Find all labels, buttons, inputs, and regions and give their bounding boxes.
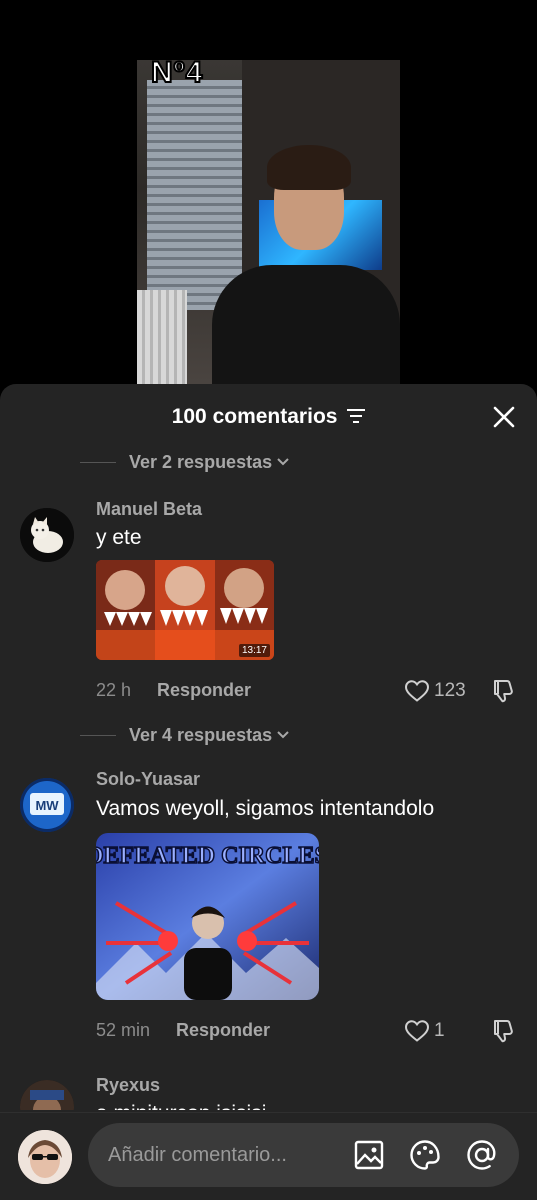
svg-text:MW: MW (35, 798, 59, 813)
chevron-down-icon (277, 458, 289, 466)
image-icon[interactable] (352, 1138, 386, 1172)
dislike-icon[interactable] (491, 1018, 517, 1049)
comment-composer: Añadir comentario... (0, 1112, 537, 1200)
reply-button[interactable]: Responder (176, 1020, 270, 1041)
heart-icon (404, 1020, 430, 1042)
comment-media-thumbnail[interactable]: 13:17 (96, 560, 274, 660)
dislike-icon[interactable] (491, 678, 517, 709)
video-radiator (137, 290, 187, 384)
video-overlay-tag: Nº4 (150, 60, 204, 90)
reply-button[interactable]: Responder (157, 680, 251, 701)
like-count: 1 (434, 1020, 445, 1041)
mention-icon[interactable] (465, 1138, 499, 1172)
comments-list[interactable]: Ver 2 respuestas Manuel Beta y ete 13:17… (0, 450, 537, 1110)
video-duration-badge: 13:17 (238, 644, 270, 657)
view-replies-toggle[interactable]: Ver 4 respuestas (0, 723, 290, 747)
heart-icon (404, 680, 430, 702)
close-icon[interactable] (489, 402, 519, 432)
view-replies-toggle[interactable]: Ver 2 respuestas (0, 450, 290, 474)
divider (80, 461, 116, 463)
like-button[interactable]: 1 (404, 1019, 445, 1043)
comments-sheet: 100 comentarios Ver 2 respuestas Manuel … (0, 384, 537, 1200)
comment-username[interactable]: Manuel Beta (96, 499, 202, 520)
video-window-blinds (147, 80, 242, 310)
comment-time: 22 h (96, 680, 132, 700)
like-button[interactable]: 123 (404, 679, 466, 703)
sheet-header: 100 comentarios (0, 384, 537, 450)
view-replies-label: Ver 4 respuestas (129, 724, 273, 745)
user-avatar[interactable] (18, 1130, 72, 1184)
avatar[interactable]: MW (20, 778, 74, 832)
emoji-icon[interactable] (408, 1138, 442, 1172)
comment-meta: 22 h Responder (96, 680, 251, 701)
comment-time: 52 min (96, 1020, 151, 1040)
like-count: 123 (434, 680, 466, 701)
comment-meta: 52 min Responder (96, 1020, 270, 1041)
comments-count-label: 100 comentarios (171, 405, 338, 428)
divider (80, 734, 116, 736)
comment-item: Ryexus a miniturcon isisisi (0, 1070, 537, 1110)
comment-username[interactable]: Solo-Yuasar (96, 769, 200, 790)
comment-media-image[interactable]: DEFEATED CIRCLES (96, 833, 319, 1000)
avatar[interactable] (20, 1080, 74, 1110)
comment-item: Manuel Beta y ete 13:17 22 h Responder 1… (0, 496, 537, 716)
comment-text: a miniturcon isisisi (96, 1102, 266, 1110)
comment-text: y ete (96, 526, 142, 549)
video-player[interactable]: Nº4 (0, 0, 537, 400)
view-replies-label: Ver 2 respuestas (129, 451, 273, 472)
sort-lines-icon[interactable] (347, 405, 366, 429)
comment-item: MW Solo-Yuasar Vamos weyoll, sigamos int… (0, 769, 537, 1043)
image-caption-text: DEFEATED CIRCLES (96, 843, 319, 869)
video-frame: Nº4 (137, 60, 400, 384)
comment-input[interactable]: Añadir comentario... (88, 1123, 519, 1187)
video-person-hair (267, 145, 351, 190)
avatar[interactable] (20, 508, 74, 562)
chevron-down-icon (277, 731, 289, 739)
comment-username[interactable]: Ryexus (96, 1075, 160, 1096)
video-person-body (212, 265, 400, 384)
comment-text: Vamos weyoll, sigamos intentandolo (96, 797, 435, 820)
comments-title: 100 comentarios (0, 405, 537, 429)
comment-input-placeholder: Añadir comentario... (108, 1144, 287, 1166)
